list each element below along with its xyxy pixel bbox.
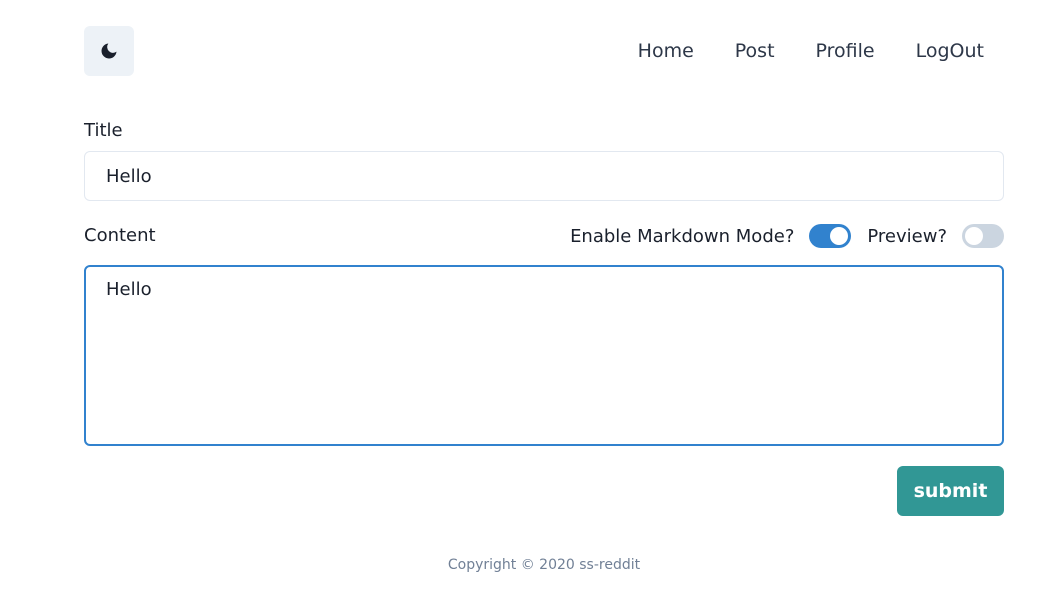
nav-profile-link[interactable]: Profile <box>816 38 875 64</box>
nav-home-link[interactable]: Home <box>638 38 694 64</box>
preview-label: Preview? <box>867 225 947 247</box>
theme-toggle-button[interactable] <box>84 26 134 76</box>
content-label: Content <box>84 225 156 246</box>
footer-copyright: Copyright © 2020 ss-reddit <box>447 557 641 573</box>
preview-toggle[interactable] <box>962 224 1004 248</box>
toggle-knob <box>965 227 983 245</box>
markdown-mode-toggle[interactable] <box>809 224 852 248</box>
nav-logout-link[interactable]: LogOut <box>916 38 984 64</box>
markdown-mode-label: Enable Markdown Mode? <box>570 225 795 247</box>
submit-button[interactable]: submit <box>897 466 1004 516</box>
content-options: Enable Markdown Mode? Preview? <box>570 222 1004 250</box>
nav-post-link[interactable]: Post <box>735 38 775 64</box>
title-input[interactable] <box>84 151 1004 201</box>
toggle-knob <box>830 227 849 245</box>
title-label: Title <box>84 120 123 141</box>
page: Home Post Profile LogOut Title Content E… <box>0 0 1062 605</box>
moon-icon <box>101 43 117 59</box>
content-textarea[interactable]: Hello <box>84 265 1004 446</box>
main-nav: Home Post Profile LogOut <box>597 38 984 64</box>
